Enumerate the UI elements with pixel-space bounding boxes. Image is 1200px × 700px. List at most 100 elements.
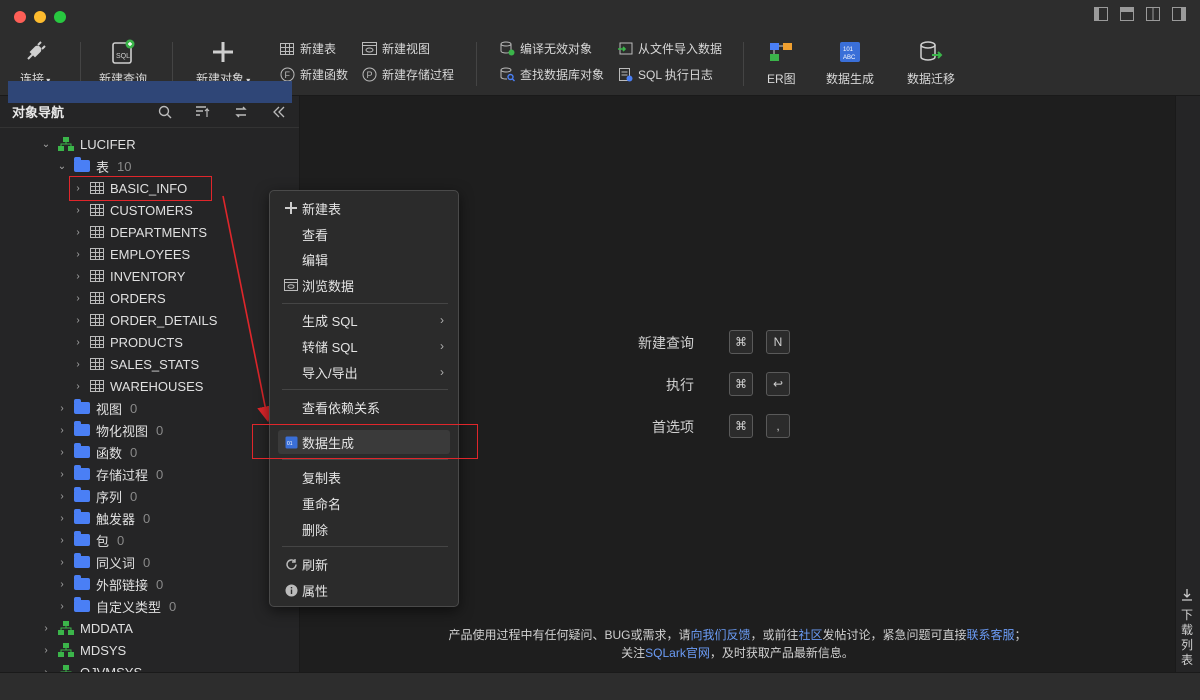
compile-invalid-button[interactable]: 编译无效对象 (499, 40, 592, 57)
menu-import-export[interactable]: 导入/导出 › (278, 360, 450, 384)
toggle-right-panel-icon[interactable] (1170, 5, 1188, 23)
tree-table-item[interactable]: › BASIC_INFO (72, 177, 187, 199)
contact-support-link[interactable]: 联系客服 (967, 628, 1015, 642)
data-migration-label: 数据迁移 (907, 72, 956, 86)
download-list-tab[interactable]: 下 载 列 表 (1178, 588, 1196, 668)
folder-count: 0 (130, 400, 138, 416)
tree-table-item[interactable]: › ORDER_DETAILS (72, 309, 217, 331)
menu-delete[interactable]: 删除 (278, 517, 450, 541)
toggle-left-panel-icon[interactable] (1092, 5, 1110, 23)
data-migration-button[interactable]: 数据迁移 (907, 38, 955, 87)
folder-icon (74, 421, 90, 436)
menu-rename[interactable]: 重命名 (278, 491, 450, 515)
tree-folder-item[interactable]: › 外部链接 0 (56, 573, 163, 595)
tree-folder-item[interactable]: › 物化视图 0 (56, 419, 163, 441)
table-icon (90, 270, 104, 282)
import-from-file-button[interactable]: 从文件导入数据 (617, 40, 722, 57)
tree-folder-tables[interactable]: ⌄ 表 10 (56, 155, 131, 177)
menu-properties[interactable]: 属性 (278, 578, 450, 602)
tree-folder-item[interactable]: › 自定义类型 0 (56, 595, 176, 617)
tree-folder-item[interactable]: › 视图 0 (56, 397, 137, 419)
find-db-object-button[interactable]: 查找数据库对象 (499, 66, 604, 83)
schema-icon (58, 643, 74, 657)
tree-folder-item[interactable]: › 包 0 (56, 529, 124, 551)
table-name: INVENTORY (110, 268, 186, 284)
chevron-right-icon: › (440, 365, 444, 379)
cmd-key: ⌘ (729, 414, 753, 438)
menu-view[interactable]: 查看 (278, 222, 450, 246)
tree-folder-item[interactable]: › 序列 0 (56, 485, 137, 507)
menu-generate-sql[interactable]: 生成 SQL › (278, 308, 450, 332)
tree-schema-lucifer[interactable]: ⌄ LUCIFER (40, 133, 136, 155)
menu-browse-data[interactable]: 浏览数据 (278, 273, 450, 297)
tree-schema-item[interactable]: › OJVMSYS (40, 661, 142, 672)
toggle-top-panel-icon[interactable] (1118, 5, 1136, 23)
data-generation-icon: 01 (282, 434, 300, 450)
table-name: PRODUCTS (110, 334, 183, 350)
tree-folder-item[interactable]: › 触发器 0 (56, 507, 150, 529)
info-icon (282, 582, 300, 598)
schema-icon (58, 621, 74, 635)
svg-text:101: 101 (843, 47, 854, 53)
table-icon (90, 358, 104, 370)
context-menu: 新建表 查看 编辑 浏览数据 生成 SQL › 转储 SQL › 导入/导出 ›… (269, 190, 459, 607)
tree-table-item[interactable]: › DEPARTMENTS (72, 221, 207, 243)
menu-edit[interactable]: 编辑 (278, 247, 450, 271)
menu-generate-sql-label: 生成 SQL (302, 313, 358, 329)
table-icon (90, 248, 104, 260)
sql-log-label: SQL 执行日志 (638, 68, 713, 82)
browse-data-icon (282, 277, 300, 293)
tree-schema-item[interactable]: › MDDATA (40, 617, 133, 639)
new-view-label: 新建视图 (382, 42, 431, 56)
menu-rename-label: 重命名 (302, 496, 342, 512)
table-icon (90, 380, 104, 392)
feedback-link[interactable]: 向我们反馈 (690, 628, 750, 642)
chevron-right-icon: › (76, 380, 80, 392)
tree-table-item[interactable]: › CUSTOMERS (72, 199, 193, 221)
shortcut-new-query-label: 新建查询 (638, 335, 694, 351)
tree-folder-item[interactable]: › 同义词 0 (56, 551, 150, 573)
tree-schema-item[interactable]: › MDSYS (40, 639, 126, 661)
download-list-char: 载 (1180, 623, 1193, 637)
new-procedure-button[interactable]: P 新建存储过程 (361, 66, 454, 83)
new-view-button[interactable]: 新建视图 (361, 40, 430, 57)
menu-view-label: 查看 (302, 227, 329, 243)
menu-edit-label: 编辑 (302, 252, 329, 268)
er-diagram-button[interactable]: ER图 (767, 38, 796, 87)
menu-copy-table-label: 复制表 (302, 470, 342, 486)
tree-folder-item[interactable]: › 存储过程 0 (56, 463, 163, 485)
folder-icon (74, 531, 90, 546)
menu-data-generation[interactable]: 01 数据生成 (278, 430, 450, 454)
tree-table-item[interactable]: › WAREHOUSES (72, 375, 203, 397)
chevron-right-icon: › (60, 600, 64, 612)
chevron-right-icon: › (60, 490, 64, 502)
schema-label: LUCIFER (80, 136, 136, 152)
folder-label: 触发器 (96, 511, 136, 527)
tree-table-item[interactable]: › SALES_STATS (72, 353, 199, 375)
table-name: WAREHOUSES (110, 378, 204, 394)
menu-new-table[interactable]: 新建表 (278, 196, 450, 220)
tree-table-item[interactable]: › PRODUCTS (72, 331, 183, 353)
tree-folder-item[interactable]: › 函数 0 (56, 441, 137, 463)
tree-table-item[interactable]: › ORDERS (72, 287, 165, 309)
schema-label: OJVMSYS (80, 664, 143, 673)
data-generation-button[interactable]: 101 ABC 数据生成 (826, 38, 874, 87)
folder-label: 包 (96, 533, 110, 549)
tree-table-item[interactable]: › EMPLOYEES (72, 243, 190, 265)
community-link[interactable]: 社区 (798, 628, 822, 642)
menu-refresh[interactable]: 刷新 (278, 552, 450, 576)
official-site-link[interactable]: SQLark官网 (645, 646, 710, 660)
table-name: ORDER_DETAILS (110, 312, 218, 328)
menu-view-dependencies[interactable]: 查看依赖关系 (278, 395, 450, 419)
folder-label: 物化视图 (96, 423, 149, 439)
menu-import-export-label: 导入/导出 (302, 365, 358, 381)
menu-dump-sql[interactable]: 转储 SQL › (278, 334, 450, 358)
folder-count: 0 (169, 598, 177, 614)
tree-table-item[interactable]: › INVENTORY (72, 265, 185, 287)
menu-copy-table[interactable]: 复制表 (278, 465, 450, 489)
split-view-icon[interactable] (1144, 5, 1162, 23)
table-name: CUSTOMERS (110, 202, 193, 218)
import-icon (617, 41, 633, 57)
menu-new-table-label: 新建表 (302, 201, 342, 217)
sql-log-button[interactable]: SQL 执行日志 (617, 66, 713, 83)
